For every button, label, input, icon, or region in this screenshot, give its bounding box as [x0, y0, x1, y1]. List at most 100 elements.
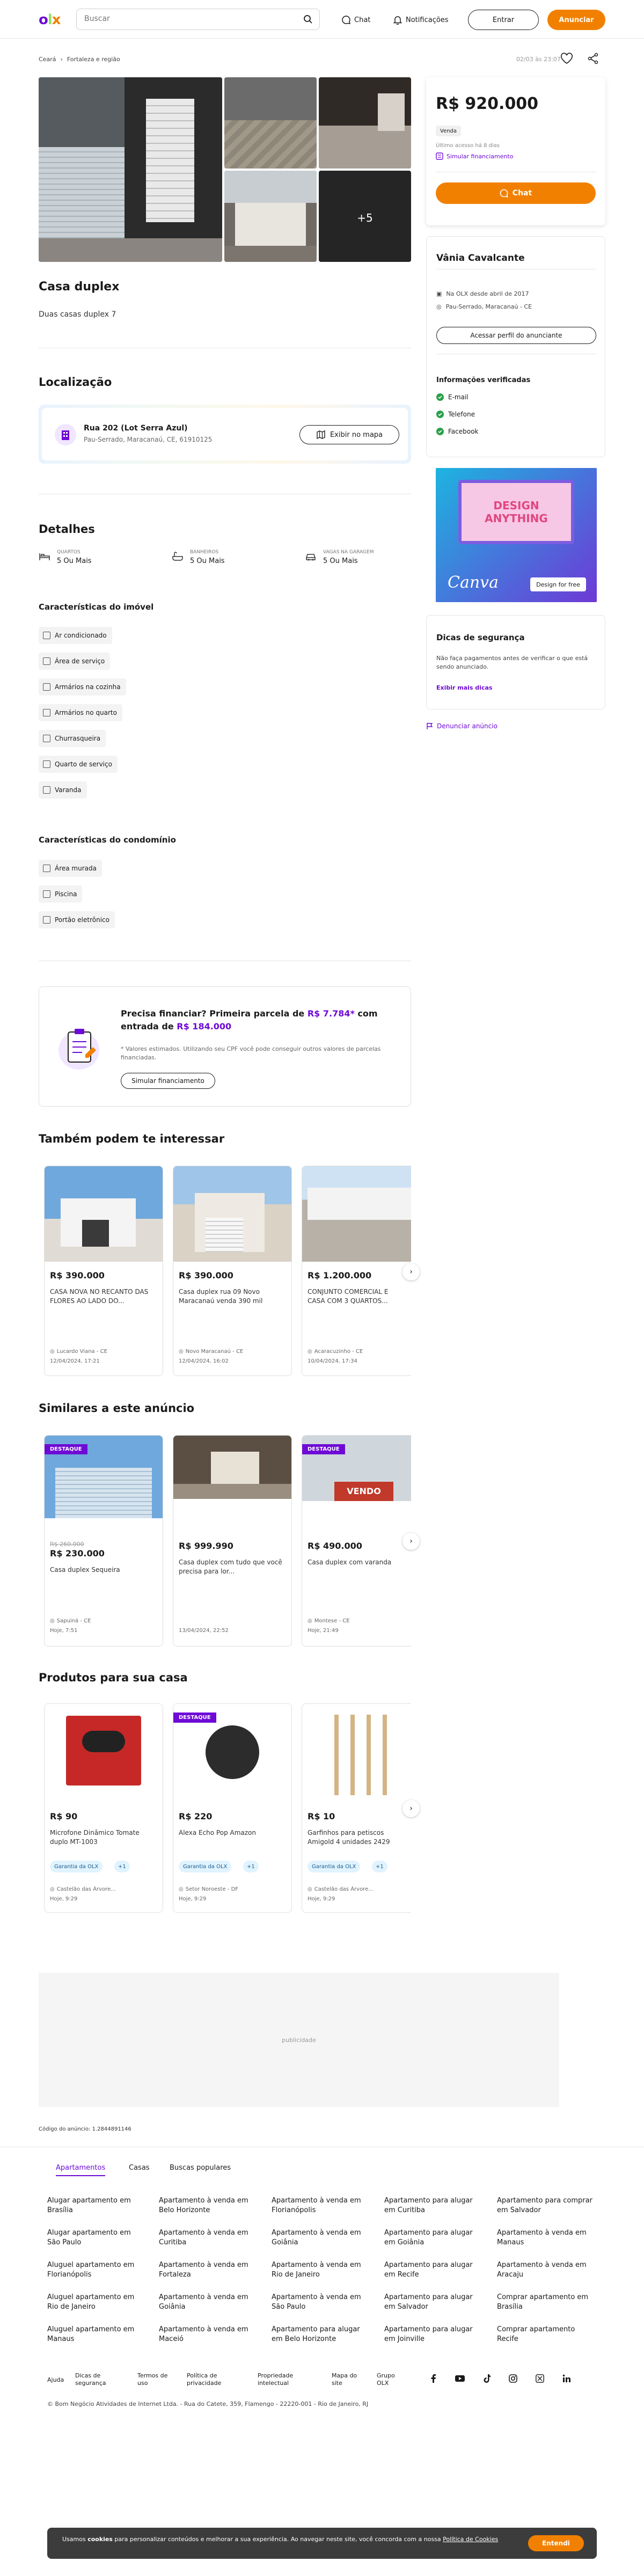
footer-help-link[interactable]: Ajuda: [47, 2376, 64, 2384]
card-title: Garfinhos para petiscos Amigold 4 unidad…: [308, 1829, 390, 1846]
footer-link[interactable]: Apartamento à venda em Fortaleza: [159, 2260, 255, 2280]
footer-link[interactable]: Apartamento à venda em São Paulo: [272, 2293, 368, 2312]
feature-tag: Quarto de serviço: [39, 756, 118, 773]
listing-card[interactable]: VENDO DESTAQUE R$ 490.000 Casa duplex co…: [302, 1435, 411, 1646]
photo-thumb[interactable]: [319, 77, 411, 169]
search-input[interactable]: [84, 14, 294, 23]
photo-thumb[interactable]: [224, 77, 317, 169]
safety-more-link[interactable]: Exibir mais dicas: [436, 684, 492, 691]
card-date: Hoje, 9:29: [179, 1896, 207, 1902]
guarantee-chip: Garantia da OLX: [179, 1861, 232, 1872]
footer-link[interactable]: Apartamento para alugar em Goiânia: [384, 2228, 481, 2248]
footer-group-link[interactable]: Grupo OLX: [377, 2372, 407, 2387]
chevron-right-icon: ›: [409, 1268, 413, 1276]
advertise-button[interactable]: Anunciar: [547, 10, 605, 30]
footer-link[interactable]: Apartamento para alugar em Salvador: [384, 2293, 481, 2312]
carousel-next-button[interactable]: ›: [402, 1263, 420, 1280]
sidebar-ad[interactable]: DESIGN ANYTHING Canva Design for free: [436, 468, 597, 602]
share-icon[interactable]: [587, 53, 599, 64]
photo-thumb[interactable]: [224, 171, 317, 262]
check-circle-icon: [436, 393, 444, 401]
feature-tag: Armários no quarto: [39, 704, 122, 721]
listing-card[interactable]: R$ 390.000 CASA NOVA NO RECANTO DAS FLOR…: [44, 1166, 163, 1376]
facebook-icon[interactable]: [429, 2374, 437, 2383]
listing-title: Casa duplex: [39, 280, 120, 294]
similar-heading: Similares a este anúncio: [39, 1402, 195, 1415]
card-price: R$ 390.000: [50, 1270, 105, 1280]
footer-tab-apartments[interactable]: Apartamentos: [56, 2164, 106, 2176]
footer-link[interactable]: Comprar apartamento Recife: [497, 2325, 594, 2344]
footer-link[interactable]: Aluguel apartamento em Manaus: [47, 2325, 144, 2344]
footer-link[interactable]: Alugar apartamento em São Paulo: [47, 2228, 144, 2248]
footer-link[interactable]: Apartamento à venda em Goiânia: [272, 2228, 368, 2248]
footer-link[interactable]: Apartamento para alugar em Belo Horizont…: [272, 2325, 368, 2344]
footer-ip-link[interactable]: Propriedade intelectual: [258, 2372, 301, 2387]
chat-link[interactable]: Chat: [341, 15, 370, 25]
search-icon[interactable]: [303, 14, 313, 24]
footer-link[interactable]: Apartamento à venda em Aracaju: [497, 2260, 594, 2280]
search-box: [76, 9, 320, 30]
footer-link[interactable]: Apartamento à venda em Maceió: [159, 2325, 255, 2344]
x-twitter-icon[interactable]: [536, 2374, 544, 2383]
heart-icon[interactable]: [560, 53, 573, 64]
footer-privacy-link[interactable]: Política de privacidade: [187, 2372, 230, 2387]
card-location: ◎ Sapuiná - CE: [50, 1618, 91, 1624]
breadcrumb-item[interactable]: Ceará: [39, 56, 56, 63]
notifications-link[interactable]: Notificações: [393, 15, 449, 25]
listing-card[interactable]: R$ 1.200.000 CONJUNTO COMERCIAL E CASA C…: [302, 1166, 411, 1376]
simulate-financing-link[interactable]: Simular financiamento: [436, 152, 514, 160]
footer-tab-popular[interactable]: Buscas populares: [170, 2164, 231, 2172]
show-map-button[interactable]: Exibir no mapa: [299, 425, 399, 444]
footer-safety-link[interactable]: Dicas de segurança: [75, 2372, 107, 2387]
safety-heading: Dicas de segurança: [436, 633, 525, 642]
footer-link[interactable]: Alugar apartamento em Brasília: [47, 2196, 144, 2215]
cookie-accept-button[interactable]: Entendi: [528, 2535, 584, 2551]
main-photo[interactable]: [39, 77, 222, 262]
product-card[interactable]: R$ 90 Microfone Dinâmico Tomate duplo MT…: [44, 1703, 163, 1913]
footer-link[interactable]: Apartamento para alugar em Curitiba: [384, 2196, 481, 2215]
ad-cta-button[interactable]: Design for free: [530, 577, 586, 591]
listing-card[interactable]: DESTAQUE R$ 260.000 R$ 230.000 Casa dupl…: [44, 1435, 163, 1646]
footer-link[interactable]: Apartamento para alugar em Joinville: [384, 2325, 481, 2344]
listing-card[interactable]: R$ 999.990 Casa duplex com tudo que você…: [173, 1435, 292, 1646]
sale-sign-text: VENDO: [347, 1486, 381, 1496]
olx-logo[interactable]: olx: [39, 12, 61, 28]
footer-link[interactable]: Apartamento à venda em Manaus: [497, 2228, 594, 2248]
safety-box: Dicas de segurança Não faça pagamentos a…: [426, 615, 605, 709]
cookie-policy-link[interactable]: Política de Cookies: [443, 2536, 498, 2543]
footer-link[interactable]: Apartamento à venda em Belo Horizonte: [159, 2196, 255, 2215]
product-card[interactable]: DESTAQUE R$ 220 Alexa Echo Pop Amazon Ga…: [173, 1703, 292, 1913]
linkedin-icon[interactable]: [562, 2374, 571, 2383]
simulate-financing-button[interactable]: Simular financiamento: [121, 1073, 215, 1089]
carousel-next-button[interactable]: ›: [402, 1800, 420, 1817]
condo-tag: Piscina: [39, 885, 83, 903]
footer-link[interactable]: Apartamento à venda em Goiânia: [159, 2293, 255, 2312]
footer-link[interactable]: Apartamento para alugar em Recife: [384, 2260, 481, 2280]
youtube-icon[interactable]: [455, 2375, 465, 2382]
footer-link[interactable]: Aluguel apartamento em Florianópolis: [47, 2260, 144, 2280]
footer-link[interactable]: Apartamento à venda em Curitiba: [159, 2228, 255, 2248]
product-card[interactable]: R$ 10 Garfinhos para petiscos Amigold 4 …: [302, 1703, 411, 1913]
card-date: Hoje, 7:51: [50, 1628, 78, 1634]
instagram-icon[interactable]: [509, 2374, 517, 2383]
seller-profile-button[interactable]: Acessar perfil do anunciante: [436, 327, 596, 344]
footer-link[interactable]: Comprar apartamento em Brasília: [497, 2293, 594, 2312]
feature-tag: Varanda: [39, 781, 87, 799]
photo-thumb-more[interactable]: +5: [319, 171, 411, 262]
carousel-next-button[interactable]: ›: [402, 1533, 420, 1550]
tiktok-icon[interactable]: [483, 2374, 491, 2383]
breadcrumb-item[interactable]: Fortaleza e região: [67, 56, 120, 63]
footer-link[interactable]: Apartamento à venda em Florianópolis: [272, 2196, 368, 2215]
listing-card[interactable]: R$ 390.000 Casa duplex rua 09 Novo Marac…: [173, 1166, 292, 1376]
footer-link[interactable]: Apartamento à venda em Rio de Janeiro: [272, 2260, 368, 2280]
footer-sitemap-link[interactable]: Mapa do site: [332, 2372, 362, 2387]
check-circle-icon: [436, 411, 444, 418]
chat-button[interactable]: Chat: [436, 182, 596, 204]
report-ad-link[interactable]: Denunciar anúncio: [426, 722, 497, 730]
login-button[interactable]: Entrar: [468, 10, 539, 30]
footer-terms-link[interactable]: Termos de uso: [137, 2372, 176, 2387]
site-header: olx Chat Notificações Entrar Anunciar: [0, 0, 644, 39]
footer-link[interactable]: Apartamento para comprar em Salvador: [497, 2196, 594, 2215]
footer-link[interactable]: Aluguel apartamento em Rio de Janeiro: [47, 2293, 144, 2312]
footer-tab-houses[interactable]: Casas: [129, 2164, 150, 2172]
